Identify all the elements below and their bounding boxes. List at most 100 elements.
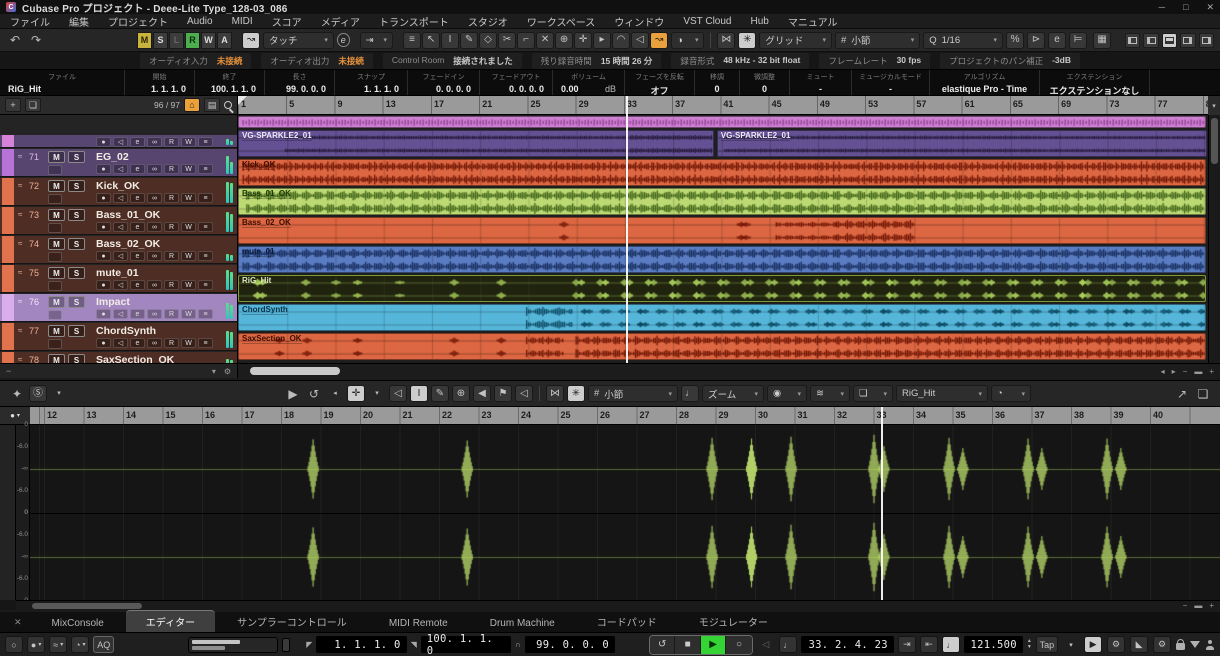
menu-item-5[interactable]: スコア	[272, 14, 302, 29]
quantize-panel-icon[interactable]: e	[1048, 32, 1066, 49]
mute-tool-icon[interactable]: ✕	[536, 32, 554, 49]
editor-window-icon[interactable]: ❏	[1194, 385, 1212, 402]
track-mute-button[interactable]: M	[48, 296, 65, 308]
track-row-Kick_OK[interactable]: ≈72MSKick_OK●◁e∞RW≡	[0, 178, 238, 206]
editor-ruler[interactable]: 1213141516171819202122232425262728293031…	[30, 407, 1220, 425]
metronome-gear-icon[interactable]: ⚙	[1153, 636, 1171, 653]
edit-channel-icon[interactable]: e	[130, 280, 145, 290]
info-field-7[interactable]: ボリューム0.00dB	[553, 70, 625, 95]
menu-item-3[interactable]: Audio	[187, 16, 213, 27]
info-field-12[interactable]: ミュージカルモード-	[852, 70, 930, 95]
minimize-icon[interactable]: ─	[1159, 2, 1165, 13]
record-enable-icon[interactable]: ●	[96, 251, 111, 261]
menu-item-1[interactable]: 編集	[69, 14, 89, 29]
automation-s-button[interactable]: S	[153, 32, 168, 49]
freeze-icon[interactable]: ∞	[147, 164, 162, 174]
draw-tool-icon[interactable]: ✎	[460, 32, 478, 49]
info-field-14[interactable]: エクステンションエクステンションなし	[1040, 70, 1150, 95]
punch-in-icon[interactable]: ⇥	[898, 636, 916, 653]
audio-record-mode-dropdown[interactable]: ●▾	[27, 636, 45, 653]
editor-audition-icon[interactable]: ◁	[515, 385, 533, 402]
zoom-tool-icon[interactable]: ⊕	[555, 32, 573, 49]
close-lower-zone-icon[interactable]: ✕	[6, 617, 30, 632]
tempo-steppers[interactable]: ▲▼	[1027, 639, 1032, 650]
range-tool-icon[interactable]: I	[441, 32, 459, 49]
audio-event-VG-SPARKLE2_01[interactable]: VG-SPARKLE2_01	[717, 130, 1207, 157]
input-option-box[interactable]	[48, 310, 62, 320]
snap-type-dropdown[interactable]: グリッド	[759, 32, 832, 49]
right-locator-field[interactable]: 100. 1. 1. 0	[421, 636, 511, 653]
channel-strip-icon[interactable]: ≡	[198, 280, 213, 290]
editor-zoom-dropdown[interactable]: ズーム	[702, 385, 764, 402]
lower-zone-toggle[interactable]	[1162, 33, 1177, 48]
tab-サンプラーコントロール[interactable]: サンプラーコントロール	[217, 611, 367, 632]
write-automation-icon[interactable]: W	[181, 338, 196, 348]
tab-Drum Machine[interactable]: Drum Machine	[470, 615, 575, 632]
read-automation-icon[interactable]: R	[164, 338, 179, 348]
write-automation-icon[interactable]: W	[181, 222, 196, 232]
info-field-13[interactable]: アルゴリズムelastique Pro - Time	[930, 70, 1040, 95]
track-scale-caret-icon[interactable]: ▾	[212, 367, 216, 376]
channel-strip-icon[interactable]: ≡	[198, 222, 213, 232]
track-row-Impact[interactable]: ≈76MSImpact●◁e∞RW≡	[0, 294, 238, 322]
vertical-scrollbar[interactable]	[1208, 115, 1220, 363]
stop-button[interactable]: ■	[675, 636, 700, 654]
grid-type-dropdown[interactable]: #小節	[835, 32, 920, 49]
zoom-in-icon[interactable]: +	[1209, 367, 1214, 376]
ruler-caret-icon[interactable]: ▾	[1212, 102, 1216, 110]
read-automation-icon[interactable]: R	[164, 251, 179, 261]
midi-in-activity-icon[interactable]: ▶	[1084, 636, 1102, 653]
input-option-box[interactable]	[48, 194, 62, 204]
audio-event-Bass_01_OK[interactable]: Bass_01_OK	[238, 188, 1206, 215]
menu-item-4[interactable]: MIDI	[232, 16, 253, 27]
select-tool-icon[interactable]: ↖	[422, 32, 440, 49]
align-icon[interactable]: ⊨	[1069, 32, 1087, 49]
play-button[interactable]: ▶	[701, 636, 726, 654]
setup-zone-toggle[interactable]	[1199, 33, 1214, 48]
audio-event-Bass_02_OK[interactable]: Bass_02_OK	[238, 217, 1206, 244]
track-mute-button[interactable]: M	[48, 354, 65, 363]
write-automation-icon[interactable]: W	[181, 164, 196, 174]
monitor-icon[interactable]: ◁	[113, 222, 128, 232]
record-enable-icon[interactable]: ●	[96, 309, 111, 319]
track-solo-button[interactable]: S	[68, 209, 85, 221]
project-playhead[interactable]	[626, 96, 628, 363]
midi-setup-gear-icon[interactable]: ⚙	[1107, 636, 1125, 653]
track-row-EG_02[interactable]: ≈71MSEG_02●◁e∞RW≡	[0, 149, 238, 177]
read-automation-icon[interactable]: R	[164, 222, 179, 232]
automation-w-button[interactable]: W	[201, 32, 216, 49]
auto-quantize-button[interactable]: AQ	[93, 636, 114, 653]
info-field-9[interactable]: 移調0	[695, 70, 740, 95]
tool-menu-icon[interactable]: ≡	[403, 32, 421, 49]
freeze-icon[interactable]: ∞	[147, 222, 162, 232]
editor-draw-icon[interactable]: ✎	[431, 385, 449, 402]
editor-horizontal-scrollbar[interactable]: − ▬ +	[16, 600, 1220, 610]
automation-settings-button[interactable]: e	[337, 33, 350, 47]
track-preset-icon[interactable]: ❏	[25, 98, 41, 112]
editor-range-icon[interactable]: I	[410, 385, 428, 402]
track-solo-button[interactable]: S	[68, 354, 85, 363]
onscreen-keyboard-icon[interactable]: ▦	[1093, 32, 1111, 49]
freeze-icon[interactable]: ∞	[147, 280, 162, 290]
inspector-zone-toggle[interactable]	[1143, 33, 1158, 48]
tab-モジュレーター[interactable]: モジュレーター	[679, 611, 788, 632]
audio-event-VG-SPARKLE2_01[interactable]: VG-SPARKLE2_01	[238, 130, 714, 157]
maximize-icon[interactable]: □	[1183, 2, 1188, 13]
menu-item-8[interactable]: スタジオ	[468, 14, 508, 29]
freeze-icon[interactable]: ∞	[147, 193, 162, 203]
menu-item-0[interactable]: ファイル	[10, 14, 50, 29]
play-tool-icon[interactable]: ▸	[593, 32, 611, 49]
comp-tool-icon[interactable]: ◠	[612, 32, 630, 49]
editor-snap-icon[interactable]: ✳	[567, 385, 585, 402]
open-in-window-icon[interactable]: ↗	[1173, 385, 1191, 402]
editor-waveform[interactable]	[30, 425, 1220, 600]
monitor-icon[interactable]: ◁	[113, 280, 128, 290]
tempo-field[interactable]: 121.500	[964, 636, 1023, 653]
track-mute-button[interactable]: M	[48, 151, 65, 163]
channel-strip-icon[interactable]: ≡	[198, 251, 213, 261]
editor-audition-play-icon[interactable]: ▶	[284, 385, 302, 402]
freeze-icon[interactable]: ∞	[147, 309, 162, 319]
color-tool-dropdown[interactable]: ◑	[671, 32, 704, 49]
swing-quantize-icon[interactable]: %	[1006, 32, 1024, 49]
track-settings-gear-icon[interactable]: ⚙	[224, 367, 231, 376]
